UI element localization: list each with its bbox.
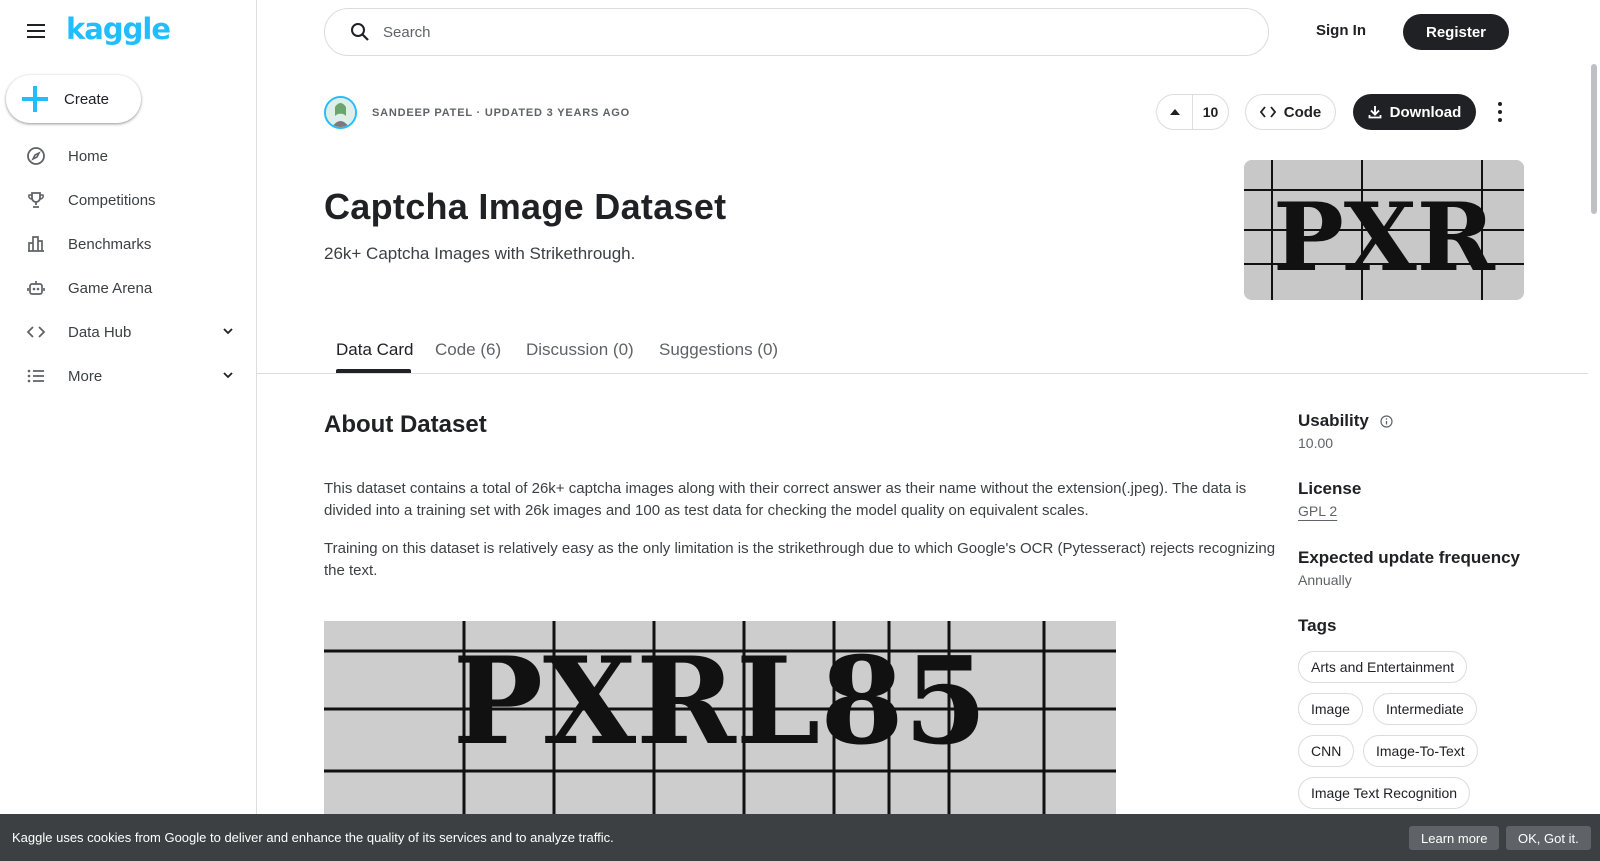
- dataset-cover-image: PXR: [1244, 160, 1524, 300]
- tag-chip[interactable]: Image: [1298, 693, 1363, 725]
- code-button[interactable]: Code: [1245, 94, 1336, 130]
- sidebar-nav: Home Competitions Benchmarks Game Arena …: [0, 134, 256, 398]
- update-frequency-label: Expected update frequency: [1298, 548, 1521, 567]
- accept-cookies-button[interactable]: OK, Got it.: [1506, 826, 1591, 850]
- tag-chip[interactable]: Image Text Recognition: [1298, 777, 1471, 809]
- page-scrollbar[interactable]: [1588, 60, 1600, 861]
- sidebar-item-label: Data Hub: [68, 323, 132, 341]
- compass-icon: [26, 146, 46, 166]
- kaggle-logo[interactable]: kaggle: [66, 12, 171, 46]
- search-bar[interactable]: [324, 8, 1269, 56]
- more-options-icon[interactable]: [1490, 98, 1510, 126]
- tab-suggestions[interactable]: Suggestions (0): [659, 340, 778, 360]
- plus-icon: [22, 86, 48, 112]
- tag-chip[interactable]: Intermediate: [1373, 693, 1477, 725]
- download-icon: [1368, 106, 1382, 119]
- code-label: Code: [1283, 103, 1322, 121]
- tag-chip[interactable]: CNN: [1298, 735, 1355, 767]
- chevron-down-icon[interactable]: [222, 325, 234, 337]
- cookie-banner: Kaggle uses cookies from Google to deliv…: [0, 814, 1600, 861]
- sidebar-item-label: Benchmarks: [68, 235, 152, 253]
- usability-label-text: Usability: [1298, 411, 1369, 430]
- tab-discussion[interactable]: Discussion (0): [526, 340, 634, 360]
- usability-label: Usability: [1298, 411, 1393, 431]
- code-icon: [1259, 106, 1276, 118]
- tags-label: Tags: [1298, 616, 1337, 635]
- download-label: Download: [1389, 103, 1462, 121]
- license-link[interactable]: GPL 2: [1298, 503, 1337, 519]
- sidebar-item-data-hub[interactable]: Data Hub: [0, 310, 256, 354]
- dataset-meta: SANDEEP PATEL · UPDATED 3 YEARS AGO: [372, 107, 631, 119]
- page-subtitle: 26k+ Captcha Images with Strikethrough.: [324, 244, 636, 263]
- vote-count: 10: [1202, 104, 1219, 120]
- license-label: License: [1298, 479, 1362, 498]
- about-paragraph: This dataset contains a total of 26k+ ca…: [324, 480, 1247, 519]
- sidebar-item-label: Home: [68, 147, 109, 165]
- sample-captcha-text: PXRL85: [453, 631, 987, 772]
- cover-captcha-text: PXR: [1273, 183, 1496, 293]
- about-heading: About Dataset: [324, 411, 487, 438]
- cookie-text: Kaggle uses cookies from Google to deliv…: [12, 830, 614, 845]
- avatar[interactable]: [324, 96, 357, 129]
- tag-chip[interactable]: Image-To-Text: [1363, 735, 1478, 767]
- sidebar-item-benchmarks[interactable]: Benchmarks: [0, 222, 256, 266]
- search-icon: [351, 23, 369, 41]
- info-icon[interactable]: [1379, 415, 1393, 428]
- page-title: Captcha Image Dataset: [324, 186, 727, 227]
- sidebar-item-label: Competitions: [68, 191, 156, 209]
- register-button[interactable]: Register: [1403, 14, 1509, 50]
- caret-up-icon: [1169, 109, 1180, 115]
- upvote-button[interactable]: [1157, 95, 1193, 129]
- trophy-icon: [26, 190, 46, 210]
- usability-value: 10.00: [1298, 435, 1334, 451]
- list-icon: [26, 366, 46, 386]
- search-input[interactable]: [383, 23, 1203, 41]
- sidebar-item-label: More: [68, 367, 103, 385]
- tab-data-card[interactable]: Data Card: [336, 340, 413, 360]
- scrollbar-thumb[interactable]: [1591, 64, 1597, 214]
- captcha-sample-image: PXRL85: [324, 621, 1116, 815]
- tab-code[interactable]: Code (6): [435, 340, 501, 360]
- learn-more-button[interactable]: Learn more: [1409, 826, 1500, 850]
- sidebar-item-home[interactable]: Home: [0, 134, 256, 178]
- download-button[interactable]: Download: [1353, 94, 1476, 130]
- active-tab-indicator: [336, 369, 411, 373]
- create-button[interactable]: Create: [6, 75, 141, 123]
- update-frequency-value: Annually: [1298, 572, 1352, 588]
- create-label: Create: [64, 90, 110, 108]
- sidebar: kaggle Create Home Competitions Benchmar…: [0, 0, 257, 861]
- about-paragraph: Training on this dataset is relatively e…: [324, 540, 1276, 579]
- tag-chip[interactable]: Arts and Entertainment: [1298, 651, 1468, 683]
- tab-bar: Data Card Code (6) Discussion (0) Sugges…: [257, 332, 1588, 374]
- vote-control: 10: [1156, 94, 1229, 130]
- sidebar-item-more[interactable]: More: [0, 354, 256, 398]
- sidebar-item-competitions[interactable]: Competitions: [0, 178, 256, 222]
- sign-in-button[interactable]: Sign In: [1316, 22, 1366, 39]
- sidebar-item-label: Game Arena: [68, 279, 153, 297]
- sidebar-item-game-arena[interactable]: Game Arena: [0, 266, 256, 310]
- chevron-down-icon[interactable]: [222, 369, 234, 381]
- menu-icon[interactable]: [24, 20, 48, 44]
- robot-icon: [26, 278, 46, 298]
- code-icon: [26, 322, 46, 342]
- bar-chart-icon: [26, 234, 46, 254]
